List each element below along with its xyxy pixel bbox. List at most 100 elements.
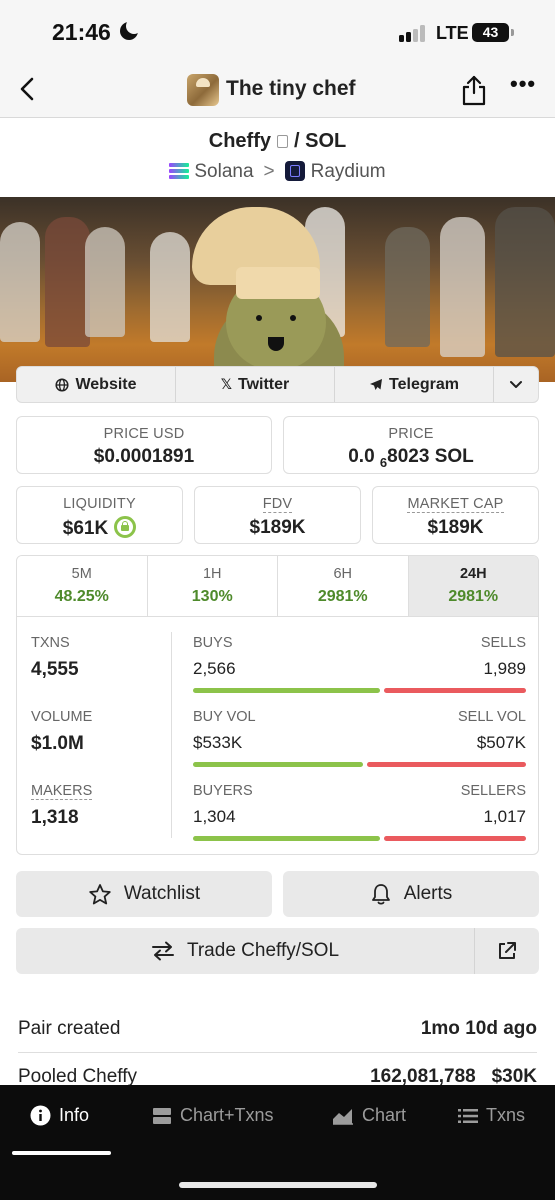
price-usd-value: $0.0001891	[93, 446, 195, 467]
telegram-link[interactable]: Telegram	[335, 367, 494, 402]
alerts-button[interactable]: Alerts	[283, 871, 539, 917]
pair-created-value: 1mo 10d ago	[420, 1018, 537, 1039]
more-links-button[interactable]	[494, 367, 538, 402]
tab-chart-label: Chart	[362, 1105, 407, 1125]
fdv-value: $189K	[249, 517, 306, 538]
buys-label: BUYS	[193, 635, 233, 651]
list-icon	[458, 1108, 478, 1123]
fdv-label[interactable]: FDV	[262, 496, 293, 513]
makers-label[interactable]: MAKERS	[31, 783, 93, 800]
timeframe-tabs: 5M 48.25% 1H 130% 6H 2981% 24H 2981%	[17, 556, 538, 617]
pooled-token-label: Pooled Cheffy	[18, 1066, 138, 1087]
info-icon	[30, 1105, 51, 1126]
tab-txns[interactable]: Txns	[458, 1105, 525, 1126]
sell-vol-value: $507K	[476, 733, 526, 752]
token-banner-image	[0, 197, 555, 382]
twitter-label: Twitter	[238, 375, 290, 393]
info-divider	[18, 1052, 537, 1053]
do-not-disturb-icon	[120, 18, 142, 40]
more-icon[interactable]: •••	[510, 73, 536, 98]
trade-button[interactable]: Trade Cheffy/SOL	[16, 928, 475, 974]
battery-icon: 43	[472, 23, 514, 42]
tab-change-value: 2981%	[317, 588, 368, 605]
website-label: Website	[75, 375, 137, 393]
txns-row: TXNS 4,555 BUYS 2,566 SELLS 1,989	[17, 635, 538, 705]
social-links-bar: Website 𝕏 Twitter Telegram	[16, 366, 539, 403]
dex-link[interactable]: Raydium	[311, 161, 386, 182]
tab-5m[interactable]: 5M 48.25%	[17, 556, 148, 616]
pair-created-row: Pair created 1mo 10d ago	[18, 1018, 537, 1040]
tab-change-value: 48.25%	[54, 588, 109, 605]
sells-value: 1,989	[483, 659, 526, 678]
buy-vol-value: $533K	[193, 733, 243, 752]
chain-link[interactable]: Solana	[194, 161, 253, 182]
quote-token-name: / SOL	[294, 130, 347, 152]
token-avatar	[187, 74, 219, 106]
buyers-label: BUYERS	[193, 783, 253, 799]
buys-value: 2,566	[193, 659, 236, 678]
back-icon[interactable]	[14, 74, 44, 104]
home-indicator	[179, 1182, 377, 1188]
makers-row: MAKERS 1,318 BUYERS 1,304 SELLERS 1,017	[17, 783, 538, 853]
tab-change-value: 130%	[191, 588, 233, 605]
x-icon: 𝕏	[220, 376, 232, 392]
tab-info-label: Info	[59, 1105, 90, 1125]
tab-chart-txns[interactable]: Chart+Txns	[152, 1105, 274, 1126]
chart-icon	[333, 1108, 353, 1125]
network-type: LTE	[436, 23, 469, 43]
makers-value: 1,318	[31, 807, 79, 828]
tab-1h[interactable]: 1H 130%	[147, 556, 278, 616]
tab-label: 5M	[71, 566, 92, 582]
tab-chart[interactable]: Chart	[332, 1105, 406, 1126]
txns-label: TXNS	[31, 635, 70, 651]
tab-chart-txns-label: Chart+Txns	[180, 1105, 274, 1125]
volume-label: VOLUME	[31, 709, 93, 725]
active-tab-indicator	[12, 1151, 111, 1155]
buyers-value: 1,304	[193, 807, 236, 826]
trade-label: Trade Cheffy/SOL	[186, 940, 340, 961]
twitter-link[interactable]: 𝕏 Twitter	[176, 367, 335, 402]
chevron-right-icon: >	[263, 161, 275, 182]
external-link-icon	[499, 942, 516, 959]
volume-row: VOLUME $1.0M BUY VOL $533K SELL VOL $507…	[17, 709, 538, 779]
telegram-label: Telegram	[389, 375, 459, 393]
watchlist-button[interactable]: Watchlist	[16, 871, 272, 917]
breadcrumb: Solana > Raydium	[0, 161, 555, 183]
external-link-button[interactable]	[475, 928, 539, 974]
tab-label: 24H	[459, 566, 487, 582]
globe-icon	[55, 377, 70, 392]
price-native-value: 0.0 68023 SOL	[348, 446, 474, 470]
buy-vol-label: BUY VOL	[193, 709, 256, 725]
fdv-card: FDV $189K	[194, 486, 361, 544]
volume-bar	[193, 762, 526, 767]
copy-icon[interactable]	[277, 135, 288, 148]
share-icon[interactable]	[461, 74, 487, 106]
status-bar: 21:46 LTE 43	[0, 0, 555, 64]
status-time: 21:46	[52, 19, 111, 45]
price-usd-card: PRICE USD $0.0001891	[16, 416, 272, 474]
chevron-down-icon	[510, 380, 522, 388]
stats-panel: 5M 48.25% 1H 130% 6H 2981% 24H 2981% TXN…	[16, 555, 539, 855]
market-cap-label[interactable]: MARKET CAP	[407, 496, 504, 513]
sell-vol-label: SELL VOL	[458, 709, 526, 725]
alerts-label: Alerts	[403, 883, 453, 904]
tab-label: 1H	[202, 566, 222, 582]
pair-title: Cheffy / SOL	[0, 130, 555, 153]
buyers-sellers-bar	[193, 836, 526, 841]
tab-txns-label: Txns	[486, 1105, 526, 1125]
lock-icon[interactable]	[114, 516, 137, 538]
volume-value: $1.0M	[31, 733, 84, 754]
sells-label: SELLS	[480, 635, 526, 651]
nav-bar: The tiny chef •••	[0, 64, 555, 118]
tab-24h[interactable]: 24H 2981%	[408, 556, 538, 616]
tab-6h[interactable]: 6H 2981%	[278, 556, 409, 616]
liquidity-value: $61K	[17, 516, 182, 540]
bottom-tab-bar: Info Chart+Txns Chart Txns	[0, 1085, 555, 1200]
liquidity-card: LIQUIDITY $61K	[16, 486, 183, 544]
market-cap-card: MARKET CAP $189K	[372, 486, 539, 544]
website-link[interactable]: Website	[17, 367, 176, 402]
base-token-name: Cheffy	[208, 130, 271, 152]
price-native-label: PRICE	[388, 426, 434, 442]
tab-info[interactable]: Info	[30, 1105, 89, 1126]
split-view-icon	[153, 1107, 171, 1124]
